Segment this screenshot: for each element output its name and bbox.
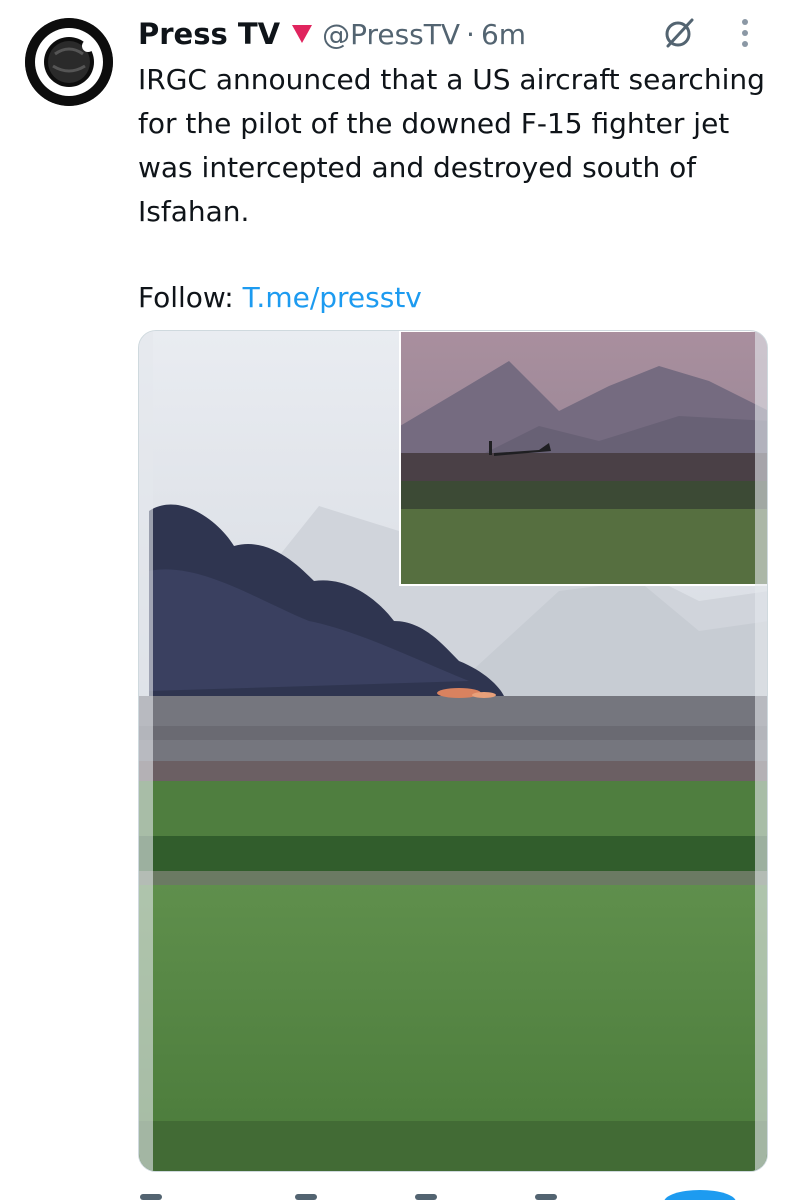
- grok-icon[interactable]: [662, 16, 696, 50]
- follow-link[interactable]: T.me/presstv: [243, 281, 422, 314]
- smoke-field-photo: [139, 331, 767, 1171]
- tweet-text: IRGC announced that a US aircraft search…: [138, 63, 765, 228]
- follow-label: Follow:: [138, 281, 234, 314]
- follow-line: Follow: T.me/presstv: [138, 278, 422, 318]
- presstv-logo: [25, 18, 113, 106]
- repost-icon[interactable]: [295, 1194, 317, 1200]
- separator: ·: [466, 17, 475, 51]
- tweet[interactable]: Press TV @PressTV · 6m IRGC announced th…: [0, 0, 795, 1200]
- display-name[interactable]: Press TV: [138, 17, 280, 51]
- handle[interactable]: @PressTV: [322, 18, 460, 51]
- tweet-header: Press TV @PressTV · 6m: [138, 14, 526, 54]
- tweet-media-image[interactable]: [138, 330, 768, 1172]
- compose-button[interactable]: [664, 1190, 736, 1200]
- action-bar: [0, 1188, 795, 1200]
- avatar[interactable]: [25, 18, 113, 106]
- like-icon[interactable]: [415, 1194, 437, 1200]
- reply-icon[interactable]: [140, 1194, 162, 1200]
- inset-photo: [399, 331, 767, 586]
- red-triangle-flag-icon: [290, 22, 314, 46]
- timestamp[interactable]: 6m: [481, 18, 526, 51]
- more-vertical-icon[interactable]: [738, 16, 752, 50]
- views-icon[interactable]: [535, 1194, 557, 1200]
